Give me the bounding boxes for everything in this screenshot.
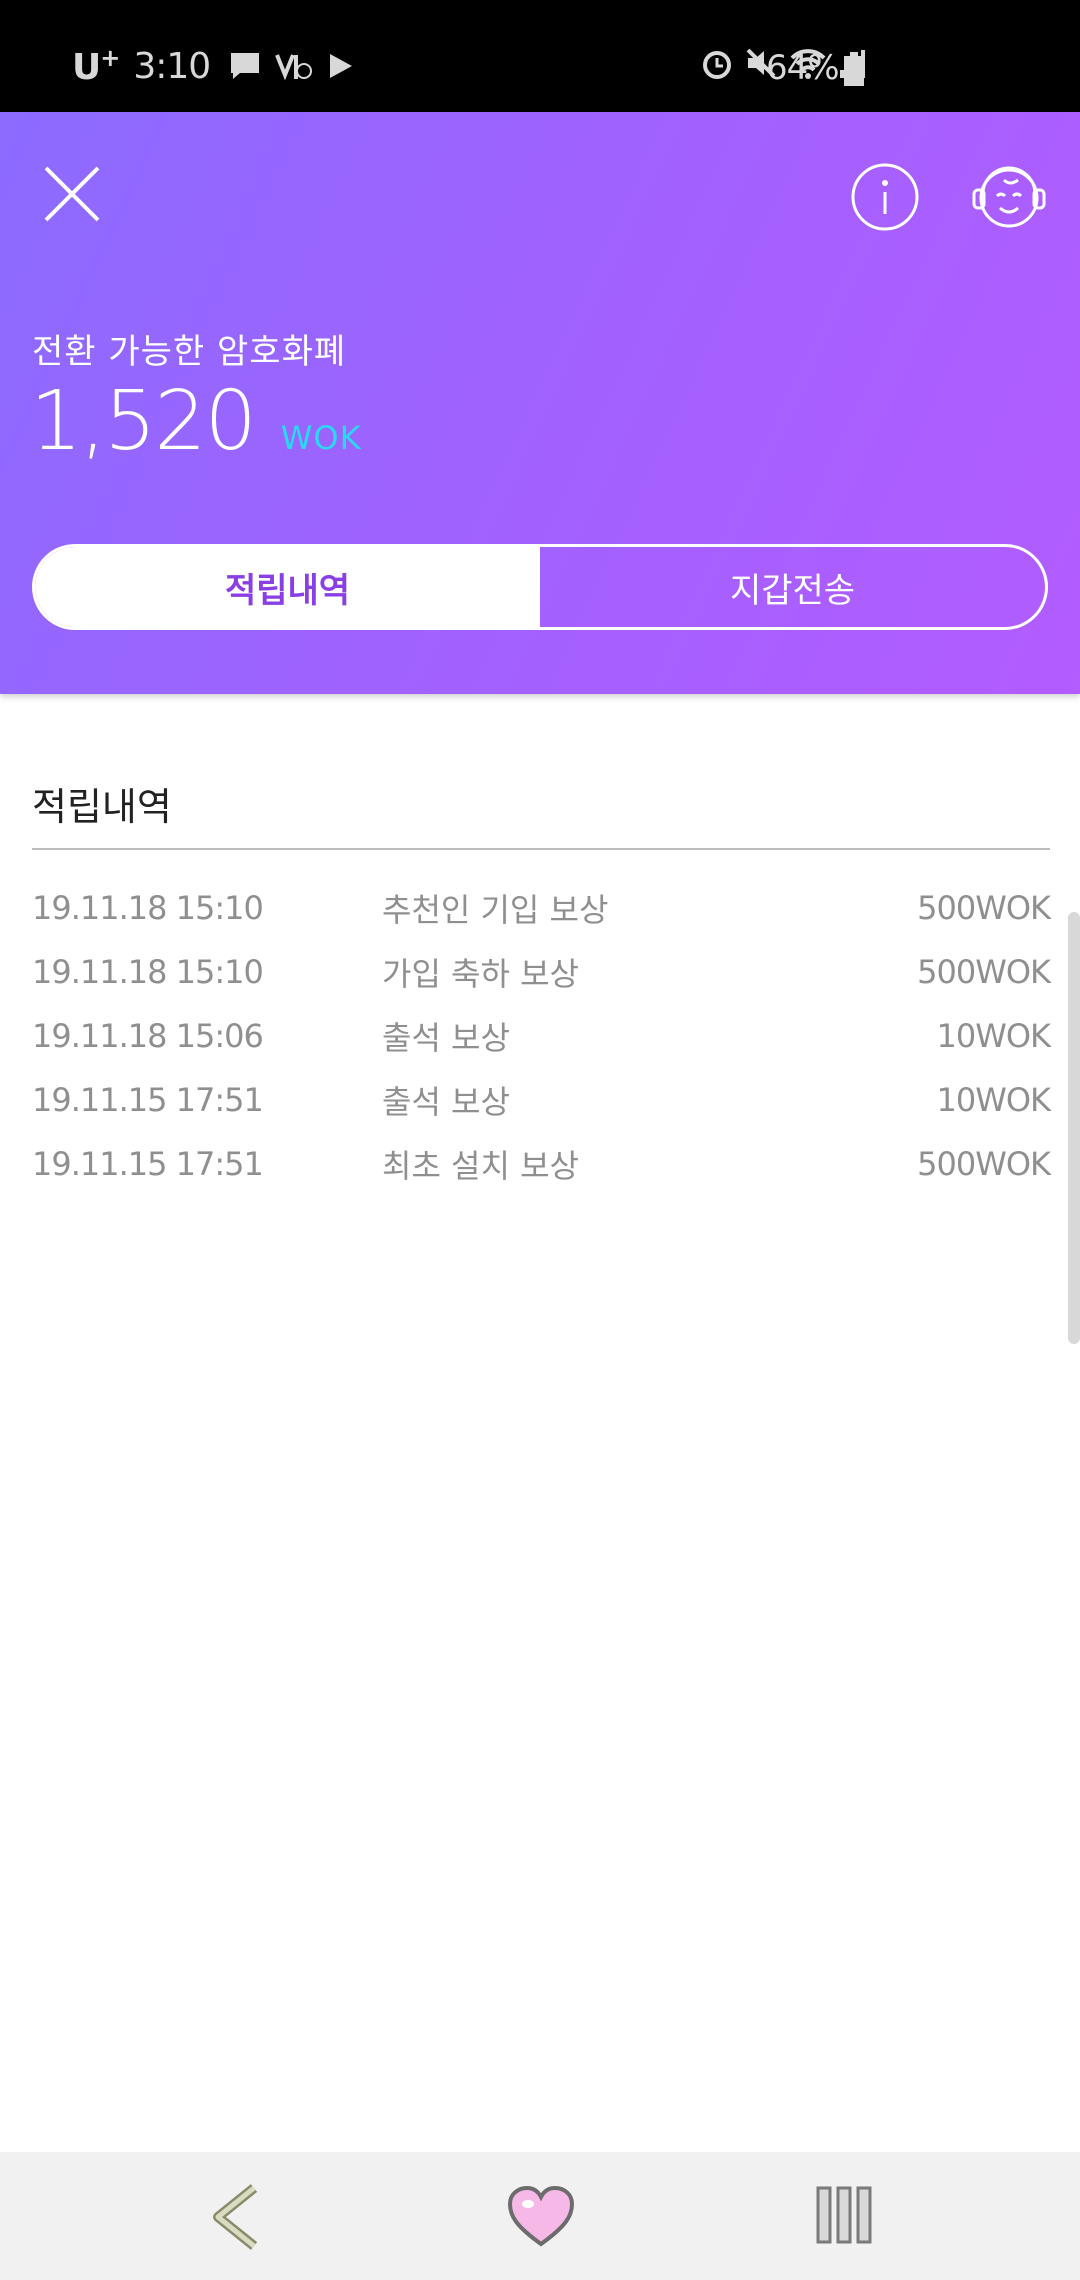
tab-earn-history[interactable]: 적립내역 — [35, 547, 540, 627]
row-description: 출석 보상 — [382, 1083, 510, 1121]
clock: 3:10 — [133, 45, 211, 87]
status-bar: U+ 3:10 64% — [0, 0, 1080, 112]
support-icon[interactable] — [970, 160, 1048, 232]
history-title: 적립내역 — [32, 785, 172, 829]
row-description: 가입 축하 보상 — [382, 955, 579, 993]
scrollbar[interactable] — [1068, 912, 1080, 1344]
row-description: 최초 설치 보상 — [382, 1147, 579, 1185]
status-left: U+ 3:10 — [72, 44, 368, 88]
battery-percent: 64% — [766, 48, 840, 88]
row-date: 19.11.18 15:06 — [32, 1017, 264, 1055]
history-row: 19.11.15 17:51 출석 보상 10WOK — [32, 1068, 1051, 1132]
row-amount: 500WOK — [917, 953, 1051, 991]
play-store-icon — [330, 54, 353, 78]
battery-icon — [844, 52, 864, 86]
tab-wallet-transfer[interactable]: 지갑전송 — [540, 547, 1045, 627]
history-row: 19.11.15 17:51 최초 설치 보상 500WOK — [32, 1132, 1051, 1196]
message-icon — [231, 53, 260, 79]
row-date: 19.11.18 15:10 — [32, 889, 264, 927]
row-amount: 10WOK — [936, 1017, 1051, 1055]
missed-call-icon — [275, 54, 313, 81]
row-description: 출석 보상 — [382, 1019, 510, 1057]
wallet-header: 전환 가능한 암호화폐 1,520 WOK 적립내역 지갑전송 — [0, 112, 1080, 694]
balance-label: 전환 가능한 암호화폐 — [32, 332, 347, 372]
balance-value: 1,520 — [30, 374, 257, 469]
balance-unit: WOK — [280, 419, 362, 457]
navigation-bar — [0, 2152, 1080, 2280]
row-amount: 10WOK — [936, 1081, 1051, 1119]
carrier: U+ — [72, 44, 120, 88]
divider — [32, 848, 1050, 850]
row-description: 추천인 기입 보상 — [382, 891, 609, 929]
row-date: 19.11.18 15:10 — [32, 953, 264, 991]
row-date: 19.11.15 17:51 — [32, 1081, 264, 1119]
balance: 1,520 WOK — [30, 374, 362, 469]
alarm-icon — [703, 51, 731, 79]
row-amount: 500WOK — [917, 889, 1051, 927]
history-row: 19.11.18 15:10 추천인 기입 보상 500WOK — [32, 876, 1051, 940]
tab-bar: 적립내역 지갑전송 — [32, 544, 1048, 630]
history-list: 19.11.18 15:10 추천인 기입 보상 500WOK 19.11.18… — [32, 876, 1051, 1196]
heart-icon[interactable] — [506, 2182, 576, 2252]
history-row: 19.11.18 15:06 출석 보상 10WOK — [32, 1004, 1051, 1068]
close-icon[interactable] — [40, 162, 104, 226]
row-amount: 500WOK — [917, 1145, 1051, 1183]
recent-apps-icon[interactable] — [814, 2182, 874, 2248]
back-icon[interactable] — [206, 2182, 266, 2252]
row-date: 19.11.15 17:51 — [32, 1145, 264, 1183]
history-row: 19.11.18 15:10 가입 축하 보상 500WOK — [32, 940, 1051, 1004]
info-icon[interactable] — [850, 162, 920, 232]
